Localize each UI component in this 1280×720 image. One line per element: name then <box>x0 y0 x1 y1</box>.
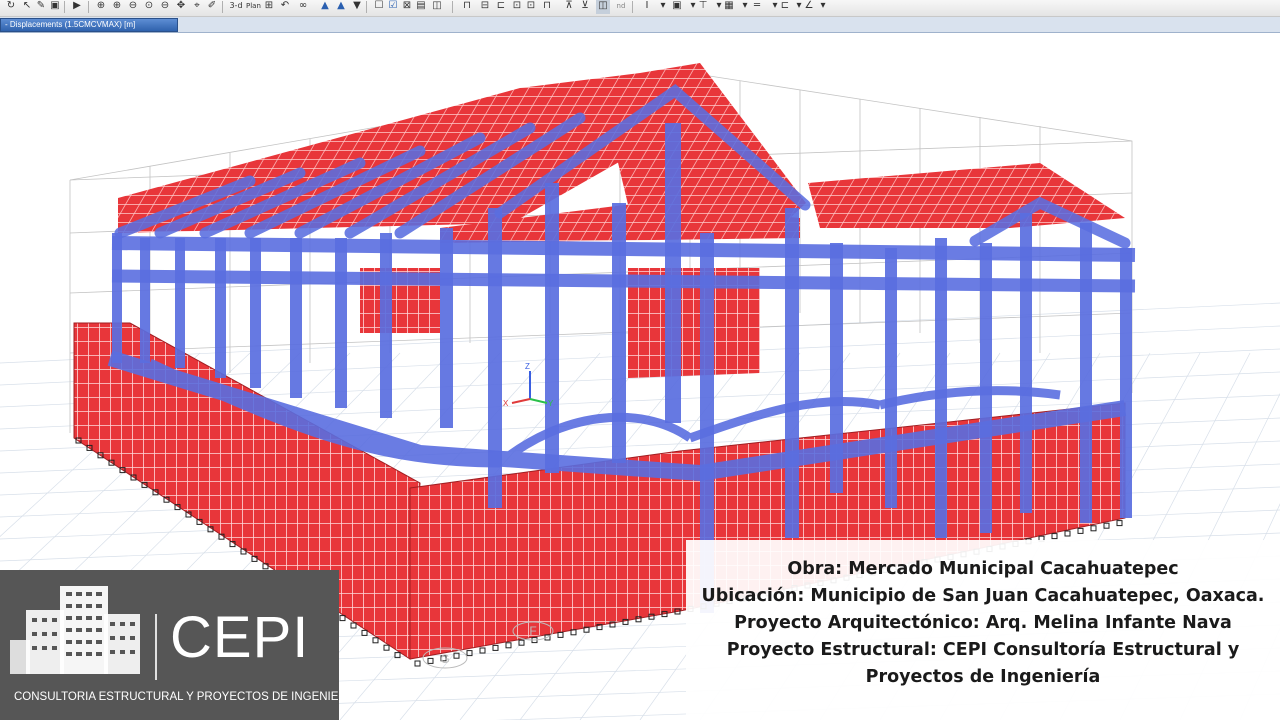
set-display-icon[interactable]: ▼ <box>350 0 364 14</box>
view-plan-button[interactable]: Plan <box>246 0 261 14</box>
restraint-icon[interactable]: ⊼ <box>562 0 576 14</box>
project-location: Ubicación: Municipio de San Juan Cacahua… <box>701 586 1265 606</box>
column <box>545 183 559 473</box>
logo-subtitle: CONSULTORIA ESTRUCTURAL Y PROYECTOS DE I… <box>14 691 358 703</box>
assign-icon[interactable]: ▦ <box>722 0 736 14</box>
column <box>665 123 681 423</box>
column <box>488 208 502 508</box>
project-name: Obra: Mercado Municipal Cacahuatepec <box>787 559 1179 579</box>
grid-label-f: F <box>529 624 536 638</box>
column <box>250 238 261 388</box>
column <box>1120 248 1132 518</box>
grid-label-g: G <box>440 652 449 666</box>
check-icon[interactable]: ☑ <box>386 0 400 14</box>
column <box>980 243 992 533</box>
zoom-fit-icon[interactable]: ⊙ <box>142 0 156 14</box>
frame-icon[interactable]: ⊓ <box>460 0 474 14</box>
text-icon[interactable]: Ι <box>640 0 654 14</box>
structural-project-cont: Proyectos de Ingeniería <box>865 667 1101 687</box>
draw-line-icon[interactable]: ∠ <box>802 0 816 14</box>
zoom-out-icon[interactable]: ⊖ <box>126 0 140 14</box>
column <box>140 238 150 363</box>
logo-divider <box>155 614 157 680</box>
axis-z-label: Z <box>525 362 530 371</box>
zoom-previous-icon[interactable]: ⊖ <box>158 0 172 14</box>
active-display-icon[interactable]: ◫ <box>596 0 610 14</box>
column <box>290 238 302 398</box>
etabs-window: ↻ ↖ ✎ ▣ ▶ ⊕ ⊕ ⊖ ⊙ ⊖ ✥ ⌖ ✐ 3-d Plan ⊞ ↶ ∞… <box>0 0 1280 720</box>
link-icon[interactable]: ⊻ <box>578 0 592 14</box>
beam-icon[interactable]: ⊏ <box>494 0 508 14</box>
dropdown-7-icon[interactable]: ▾ <box>816 0 830 14</box>
logo-title: CEPI <box>170 605 310 670</box>
copy-icon[interactable]: ⊏ <box>778 0 792 14</box>
extra-button[interactable]: nd <box>614 0 628 14</box>
opening-icon[interactable]: ⊓ <box>540 0 554 14</box>
column <box>830 243 843 493</box>
line-style-icon[interactable]: ═ <box>748 0 766 14</box>
column <box>440 228 453 428</box>
column <box>885 248 897 508</box>
undo-view-icon[interactable]: ↶ <box>278 0 292 14</box>
rotate-icon[interactable]: ↻ <box>4 0 18 14</box>
axis-x-label: X <box>503 399 509 408</box>
column <box>612 203 626 463</box>
wall-icon[interactable]: ⊡ <box>524 0 538 14</box>
column <box>175 238 185 368</box>
toolbar: ↻ ↖ ✎ ▣ ▶ ⊕ ⊕ ⊖ ⊙ ⊖ ✥ ⌖ ✐ 3-d Plan ⊞ ↶ ∞… <box>0 0 1280 17</box>
select-icon[interactable]: ☐ <box>372 0 386 14</box>
column-icon[interactable]: ⊟ <box>478 0 492 14</box>
objects-icon[interactable]: ◫ <box>430 0 444 14</box>
column <box>335 238 347 408</box>
building-logo-icon <box>10 586 140 674</box>
perspective-icon[interactable]: ∞ <box>296 0 310 14</box>
project-info-panel: Obra: Mercado Municipal Cacahuatepec Ubi… <box>686 540 1280 720</box>
pan-icon[interactable]: ✥ <box>174 0 188 14</box>
move-up-icon[interactable]: ▲ <box>318 0 332 14</box>
column <box>215 238 226 378</box>
pointer-icon[interactable]: ↖ <box>20 0 34 14</box>
column <box>380 233 392 418</box>
tab-bar: - Displacements (1.5CMCVMAX) [m] <box>0 17 1280 33</box>
cepi-logo-panel: CEPI CONSULTORIA ESTRUCTURAL Y PROYECTOS… <box>0 570 358 720</box>
column <box>785 208 799 538</box>
column <box>935 238 947 538</box>
options-icon[interactable]: ⊠ <box>400 0 414 14</box>
axis-y-label: Y <box>548 399 554 408</box>
structural-project: Proyecto Estructural: CEPI Consultoría E… <box>726 640 1240 660</box>
elevation-icon[interactable]: ⊞ <box>262 0 276 14</box>
zoom-window-icon[interactable]: ⊕ <box>94 0 108 14</box>
tab-displacements-view[interactable]: - Displacements (1.5CMCVMAX) [m] <box>0 18 178 32</box>
floor-icon[interactable]: ⊡ <box>510 0 524 14</box>
column <box>112 233 122 363</box>
shade-icon[interactable]: ▤ <box>414 0 428 14</box>
column <box>1020 213 1032 513</box>
view-3d-button[interactable]: 3-d <box>228 0 244 14</box>
display-icon[interactable]: ▣ <box>670 0 684 14</box>
column <box>1080 223 1092 523</box>
filter-icon[interactable]: ⊤ <box>696 0 710 14</box>
run-analysis-icon[interactable]: ▶ <box>70 0 84 14</box>
dropdown-1-icon[interactable]: ▾ <box>656 0 670 14</box>
lock-icon[interactable]: ▣ <box>48 0 62 14</box>
measure-icon[interactable]: ✐ <box>205 0 219 14</box>
architectural-project: Proyecto Arquitectónico: Arq. Melina Inf… <box>734 613 1232 633</box>
move-down-icon[interactable]: ▲ <box>334 0 348 14</box>
zoom-in-icon[interactable]: ⊕ <box>110 0 124 14</box>
rubber-band-icon[interactable]: ⌖ <box>190 0 204 14</box>
draw-pencil-icon[interactable]: ✎ <box>34 0 48 14</box>
